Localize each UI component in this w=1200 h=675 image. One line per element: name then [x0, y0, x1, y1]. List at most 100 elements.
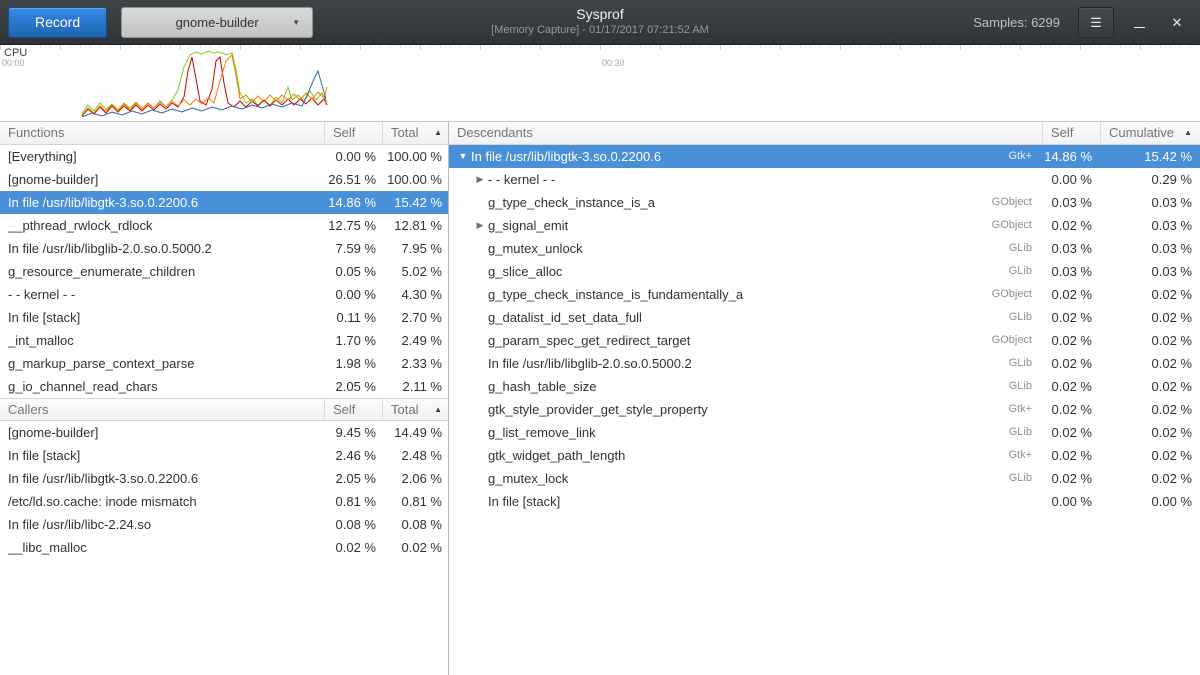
close-button[interactable]: ✕ [1164, 8, 1190, 38]
table-row[interactable]: g_hash_table_sizeGLib0.02 %0.02 % [449, 375, 1200, 398]
table-row[interactable]: In file /usr/lib/libglib-2.0.so.0.5000.2… [0, 237, 448, 260]
callers-total-column-header[interactable]: Total ▲ [382, 399, 448, 420]
cumulative-value-cell: 0.03 % [1100, 260, 1200, 283]
table-row[interactable]: __pthread_rwlock_rdlock12.75 %12.81 % [0, 214, 448, 237]
table-row[interactable]: g_io_channel_read_chars2.05 %2.11 % [0, 375, 448, 398]
function-name-cell: [gnome-builder] [0, 168, 324, 191]
cumulative-value-cell: 0.00 % [1100, 490, 1200, 513]
table-row[interactable]: _int_malloc1.70 %2.49 % [0, 329, 448, 352]
self-value-cell: 2.05 % [324, 375, 382, 398]
table-row[interactable]: g_param_spec_get_redirect_targetGObject0… [449, 329, 1200, 352]
descendant-name-label: gtk_style_provider_get_style_property [488, 398, 708, 421]
cumulative-value-cell: 0.02 % [1100, 352, 1200, 375]
descendants-column-header[interactable]: Descendants [449, 122, 1042, 144]
table-row[interactable]: gtk_widget_path_lengthGtk+0.02 %0.02 % [449, 444, 1200, 467]
table-row[interactable]: g_slice_allocGLib0.03 %0.03 % [449, 260, 1200, 283]
descendants-cumulative-column-header[interactable]: Cumulative ▲ [1100, 122, 1200, 144]
callers-column-header[interactable]: Callers [0, 399, 324, 420]
table-row[interactable]: g_datalist_id_set_data_fullGLib0.02 %0.0… [449, 306, 1200, 329]
table-row[interactable]: g_mutex_unlockGLib0.03 %0.03 % [449, 237, 1200, 260]
cumulative-value-cell: 0.02 % [1100, 329, 1200, 352]
callers-table: [gnome-builder]9.45 %14.49 %In file [sta… [0, 421, 448, 559]
self-value-cell: 0.05 % [324, 260, 382, 283]
self-value-cell: 0.00 % [1042, 490, 1100, 513]
self-value-cell: 0.00 % [1042, 168, 1100, 191]
table-row[interactable]: [gnome-builder]9.45 %14.49 % [0, 421, 448, 444]
library-tag: GLib [1009, 306, 1042, 329]
table-row[interactable]: In file [stack]2.46 %2.48 % [0, 444, 448, 467]
record-button[interactable]: Record [8, 7, 107, 38]
total-value-cell: 2.70 % [382, 306, 448, 329]
self-value-cell: 14.86 % [324, 191, 382, 214]
expander-collapsed-icon[interactable]: ▶ [472, 214, 488, 237]
descendant-name-cell: g_datalist_id_set_data_full [449, 306, 1009, 329]
close-icon: ✕ [1172, 15, 1183, 31]
functions-self-column-header[interactable]: Self [324, 122, 382, 144]
left-pane: Functions Self Total ▲ [Everything]0.00 … [0, 122, 449, 675]
table-row[interactable]: In file /usr/lib/libc-2.24.so0.08 %0.08 … [0, 513, 448, 536]
function-name-cell: In file [stack] [0, 306, 324, 329]
self-value-cell: 0.00 % [324, 145, 382, 168]
self-value-cell: 0.02 % [1042, 467, 1100, 490]
capture-subtitle: [Memory Capture] - 01/17/2017 07:21:52 A… [491, 24, 709, 36]
table-row[interactable]: g_type_check_instance_is_fundamentally_a… [449, 283, 1200, 306]
descendant-name-cell: In file [stack] [449, 490, 1032, 513]
functions-total-label: Total [391, 122, 418, 144]
self-value-cell: 0.02 % [1042, 283, 1100, 306]
descendant-name-cell: gtk_widget_path_length [449, 444, 1008, 467]
callers-self-column-header[interactable]: Self [324, 399, 382, 420]
total-value-cell: 7.95 % [382, 237, 448, 260]
callers-total-label: Total [391, 399, 418, 420]
total-value-cell: 0.08 % [382, 513, 448, 536]
expander-expanded-icon[interactable]: ▼ [455, 145, 471, 168]
descendant-name-cell: g_mutex_unlock [449, 237, 1009, 260]
table-row[interactable]: g_type_check_instance_is_aGObject0.03 %0… [449, 191, 1200, 214]
self-value-cell: 0.02 % [1042, 375, 1100, 398]
table-row[interactable]: - - kernel - -0.00 %4.30 % [0, 283, 448, 306]
cpu-graph[interactable]: CPU 00:00 00:30 [0, 45, 1200, 122]
descendant-name-cell: g_param_spec_get_redirect_target [449, 329, 992, 352]
descendant-name-label: - - kernel - - [488, 168, 555, 191]
table-row[interactable]: ▶g_signal_emitGObject0.02 %0.03 % [449, 214, 1200, 237]
menu-button[interactable]: ☰ [1078, 7, 1114, 38]
function-name-cell: In file [stack] [0, 444, 324, 467]
cpu-core-red-line [82, 57, 327, 116]
self-value-cell: 1.98 % [324, 352, 382, 375]
cumulative-value-cell: 15.42 % [1100, 145, 1200, 168]
total-value-cell: 2.33 % [382, 352, 448, 375]
table-row[interactable]: /etc/ld.so.cache: inode mismatch0.81 %0.… [0, 490, 448, 513]
cumulative-value-cell: 0.02 % [1100, 306, 1200, 329]
table-row[interactable]: In file [stack] 0.00 %0.00 % [449, 490, 1200, 513]
table-row[interactable]: g_resource_enumerate_children0.05 %5.02 … [0, 260, 448, 283]
table-row[interactable]: In file /usr/lib/libgtk-3.so.0.2200.614.… [0, 191, 448, 214]
table-row[interactable]: [Everything]0.00 %100.00 % [0, 145, 448, 168]
table-row[interactable]: __libc_malloc0.02 %0.02 % [0, 536, 448, 559]
descendant-name-label: g_datalist_id_set_data_full [488, 306, 642, 329]
table-row[interactable]: g_markup_parse_context_parse1.98 %2.33 % [0, 352, 448, 375]
table-row[interactable]: gtk_style_provider_get_style_propertyGtk… [449, 398, 1200, 421]
total-value-cell: 15.42 % [382, 191, 448, 214]
process-selector-dropdown[interactable]: gnome-builder ▼ [121, 7, 313, 38]
table-row[interactable]: ▼In file /usr/lib/libgtk-3.so.0.2200.6Gt… [449, 145, 1200, 168]
descendant-name-cell: gtk_style_provider_get_style_property [449, 398, 1008, 421]
function-name-cell: g_io_channel_read_chars [0, 375, 324, 398]
total-value-cell: 12.81 % [382, 214, 448, 237]
descendants-self-column-header[interactable]: Self [1042, 122, 1100, 144]
descendant-name-label: g_type_check_instance_is_a [488, 191, 655, 214]
self-value-cell: 1.70 % [324, 329, 382, 352]
library-tag: GLib [1009, 352, 1042, 375]
table-row[interactable]: [gnome-builder]26.51 %100.00 % [0, 168, 448, 191]
descendant-name-cell: g_type_check_instance_is_a [449, 191, 992, 214]
descendant-name-cell: g_hash_table_size [449, 375, 1009, 398]
table-row[interactable]: In file [stack]0.11 %2.70 % [0, 306, 448, 329]
table-row[interactable]: g_list_remove_linkGLib0.02 %0.02 % [449, 421, 1200, 444]
functions-column-header[interactable]: Functions [0, 122, 324, 144]
table-row[interactable]: ▶- - kernel - -0.00 %0.29 % [449, 168, 1200, 191]
expander-collapsed-icon[interactable]: ▶ [472, 168, 488, 191]
cpu-core-orange-line [82, 55, 327, 115]
table-row[interactable]: g_mutex_lockGLib0.02 %0.02 % [449, 467, 1200, 490]
table-row[interactable]: In file /usr/lib/libglib-2.0.so.0.5000.2… [449, 352, 1200, 375]
table-row[interactable]: In file /usr/lib/libgtk-3.so.0.2200.62.0… [0, 467, 448, 490]
minimize-button[interactable] [1126, 8, 1152, 38]
functions-total-column-header[interactable]: Total ▲ [382, 122, 448, 144]
